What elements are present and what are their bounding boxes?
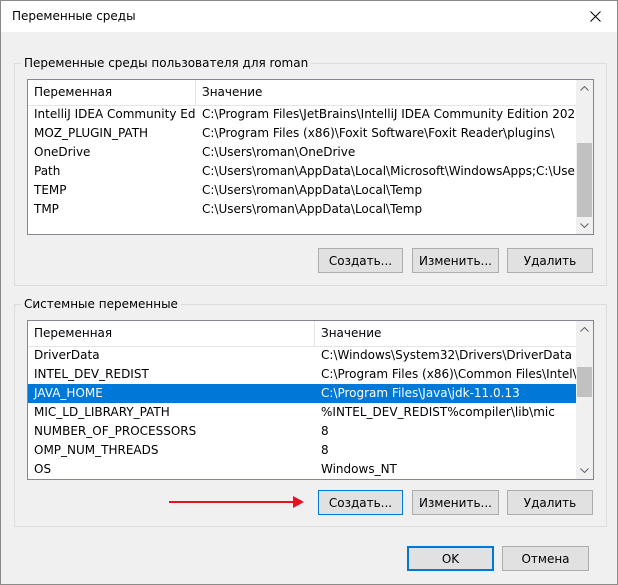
system-list-scrollbar[interactable] <box>576 321 593 479</box>
table-row[interactable]: NUMBER_OF_PROCESSORS 8 <box>28 422 576 441</box>
user-list-scrollbar[interactable] <box>576 80 593 234</box>
variable-value-cell: %INTEL_DEV_REDIST%compiler\lib\mic <box>321 405 555 419</box>
column-header-value[interactable]: Значение <box>315 321 578 346</box>
table-row-selected[interactable]: JAVA_HOME C:\Program Files\Java\jdk-11.0.… <box>28 384 576 403</box>
user-scroll-thumb[interactable] <box>577 143 592 217</box>
column-header-value[interactable]: Значение <box>196 80 578 105</box>
variable-name-cell: TEMP <box>34 183 67 197</box>
ok-button[interactable]: OK <box>407 546 494 571</box>
table-row[interactable]: OneDrive C:\Users\roman\OneDrive <box>28 143 576 162</box>
system-list-header: Переменная Значение <box>28 321 576 347</box>
variable-name-cell: MOZ_PLUGIN_PATH <box>34 126 149 140</box>
variable-value-cell: 8 <box>321 424 329 438</box>
variable-value-cell: C:\Program Files\Java\jdk-11.0.13 <box>321 386 520 400</box>
variable-value-cell: C:\Users\roman\AppData\Local\Temp <box>202 183 423 197</box>
table-row[interactable]: TEMP C:\Users\roman\AppData\Local\Temp <box>28 181 576 200</box>
window-title: Переменные среды <box>12 9 136 23</box>
variable-name-cell: JAVA_HOME <box>34 386 103 400</box>
variable-name-cell: MIC_LD_LIBRARY_PATH <box>34 405 170 419</box>
variable-name-cell: Path <box>34 164 61 178</box>
user-delete-button[interactable]: Удалить <box>507 248 593 273</box>
system-rows: DriverData C:\Windows\System32\Drivers\Dr… <box>28 346 578 479</box>
variable-name-cell: DriverData <box>34 348 100 362</box>
user-edit-button[interactable]: Изменить... <box>412 248 499 273</box>
variable-value-cell: C:\Users\roman\OneDrive <box>202 145 356 159</box>
cancel-button[interactable]: Отмена <box>502 546 589 571</box>
table-row[interactable]: OS Windows_NT <box>28 460 576 479</box>
table-row[interactable]: INTEL_DEV_REDIST C:\Program Files (x86)\C… <box>28 365 578 384</box>
column-header-variable[interactable]: Переменная <box>28 321 315 346</box>
variable-value-cell: C:\Program Files (x86)\Common Files\Inte… <box>321 367 578 381</box>
variable-value-cell: 8 <box>321 443 329 457</box>
system-edit-button[interactable]: Изменить... <box>412 490 499 515</box>
user-variables-list[interactable]: Переменная Значение IntelliJ IDEA Commun… <box>27 79 594 235</box>
user-rows: IntelliJ IDEA Community Editi... C:\Progr… <box>28 105 578 234</box>
close-button[interactable] <box>573 1 617 32</box>
system-delete-button[interactable]: Удалить <box>507 490 593 515</box>
scroll-down-arrow-icon[interactable] <box>576 217 593 234</box>
variable-value-cell: C:\Program Files\JetBrains\IntelliJ IDEA… <box>202 107 578 121</box>
variable-name-cell: NUMBER_OF_PROCESSORS <box>34 424 197 438</box>
variable-value-cell: C:\Users\roman\AppData\Local\Temp <box>202 202 423 216</box>
title-bar: Переменные среды <box>1 1 617 32</box>
system-variables-list[interactable]: Переменная Значение DriverData C:\Windows… <box>27 320 594 480</box>
table-row[interactable]: MOZ_PLUGIN_PATH C:\Program Files (x86)\Fo… <box>28 124 576 143</box>
table-row[interactable]: Path C:\Users\roman\AppData\Local\Microso… <box>28 162 578 181</box>
variable-value-cell: C:\Users\roman\AppData\Local\Microsoft\W… <box>202 164 578 178</box>
variable-name-cell: TMP <box>34 202 59 216</box>
table-row[interactable]: IntelliJ IDEA Community Editi... C:\Progr… <box>28 105 578 124</box>
system-create-button[interactable]: Создать... <box>318 490 403 515</box>
variable-name-cell: OMP_NUM_THREADS <box>34 443 159 457</box>
variable-name-cell: OS <box>34 462 52 476</box>
variable-name-cell: IntelliJ IDEA Community Editi... <box>34 107 196 121</box>
table-row[interactable]: TMP C:\Users\roman\AppData\Local\Temp <box>28 200 576 219</box>
variable-name-cell: OneDrive <box>34 145 91 159</box>
close-icon <box>589 11 601 22</box>
scroll-down-arrow-icon[interactable] <box>576 462 593 479</box>
system-variables-legend: Системные переменные <box>24 297 178 311</box>
scroll-up-arrow-icon[interactable] <box>576 80 593 97</box>
scroll-up-arrow-icon[interactable] <box>576 321 593 338</box>
variable-name-cell: INTEL_DEV_REDIST <box>34 367 149 381</box>
column-header-variable[interactable]: Переменная <box>28 80 196 105</box>
variable-value-cell: C:\Windows\System32\Drivers\DriverData <box>321 348 572 362</box>
system-scroll-thumb[interactable] <box>577 367 592 397</box>
user-variables-legend: Переменные среды пользователя для roman <box>24 56 309 70</box>
table-row[interactable]: MIC_LD_LIBRARY_PATH %INTEL_DEV_REDIST%com… <box>28 403 576 422</box>
table-row[interactable]: OMP_NUM_THREADS 8 <box>28 441 576 460</box>
red-arrow-icon <box>169 495 305 512</box>
user-list-header: Переменная Значение <box>28 80 576 106</box>
table-row[interactable]: DriverData C:\Windows\System32\Drivers\Dr… <box>28 346 576 365</box>
variable-value-cell: C:\Program Files (x86)\Foxit Software\Fo… <box>202 126 555 140</box>
user-create-button[interactable]: Создать... <box>318 248 403 273</box>
environment-variables-dialog: Переменные среды Переменные среды пользо… <box>0 0 618 585</box>
variable-value-cell: Windows_NT <box>321 462 397 476</box>
